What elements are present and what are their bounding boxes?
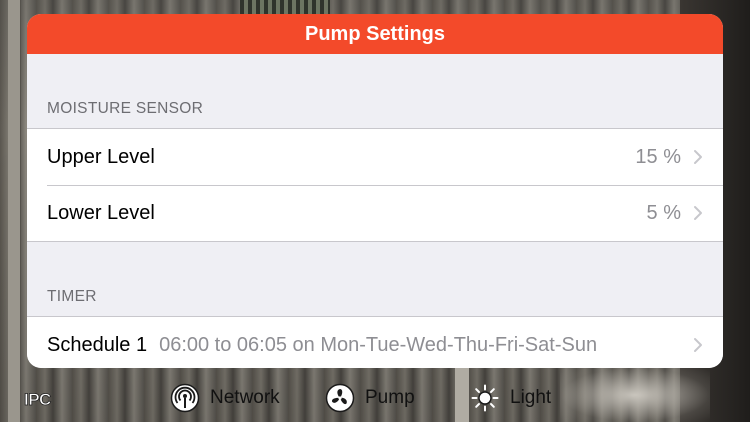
chevron-right-icon [694, 338, 702, 352]
pump-settings-modal: Pump Settings MOISTURE SENSOR Upper Leve… [27, 14, 723, 368]
tab-network[interactable]: Network [170, 382, 280, 414]
tab-light-label: Light [510, 387, 552, 408]
tab-network-label: Network [210, 387, 280, 408]
upper-level-row[interactable]: Upper Level 15 % [27, 129, 723, 185]
tab-light[interactable]: Light [470, 382, 551, 414]
sun-icon [471, 384, 499, 412]
schedule-label: Schedule 1 [47, 333, 148, 356]
lower-level-row[interactable]: Lower Level 5 % [27, 185, 723, 241]
lower-level-value: 5 % [646, 201, 681, 224]
chevron-right-icon [694, 150, 702, 164]
modal-title: Pump Settings [304, 22, 445, 45]
section-header-timer: TIMER [47, 288, 97, 305]
background-pole [8, 0, 20, 422]
chevron-right-icon [694, 206, 702, 220]
tab-pump[interactable]: Pump [325, 382, 415, 414]
fan-icon [325, 383, 355, 413]
schedule-row[interactable]: Schedule 1 06:00 to 06:05 on Mon-Tue-Wed… [27, 317, 723, 368]
modal-header: Pump Settings [27, 14, 723, 54]
upper-level-label: Upper Level [47, 145, 155, 168]
moisture-sensor-group: Upper Level 15 % Lower Level 5 % [27, 128, 723, 242]
section-header-moisture-sensor: MOISTURE SENSOR [47, 100, 204, 117]
background-tray [240, 0, 330, 14]
ipc-logo: IPC [24, 390, 52, 410]
schedule-detail: 06:00 to 06:05 on Mon-Tue-Wed-Thu-Fri-Sa… [159, 333, 598, 356]
network-signal-icon [170, 383, 200, 413]
bottom-toolbar: IPC Network Pump Light [0, 374, 750, 422]
timer-group: Schedule 1 06:00 to 06:05 on Mon-Tue-Wed… [27, 316, 723, 368]
upper-level-value: 15 % [635, 145, 681, 168]
tab-pump-label: Pump [365, 387, 415, 408]
lower-level-label: Lower Level [47, 201, 155, 224]
